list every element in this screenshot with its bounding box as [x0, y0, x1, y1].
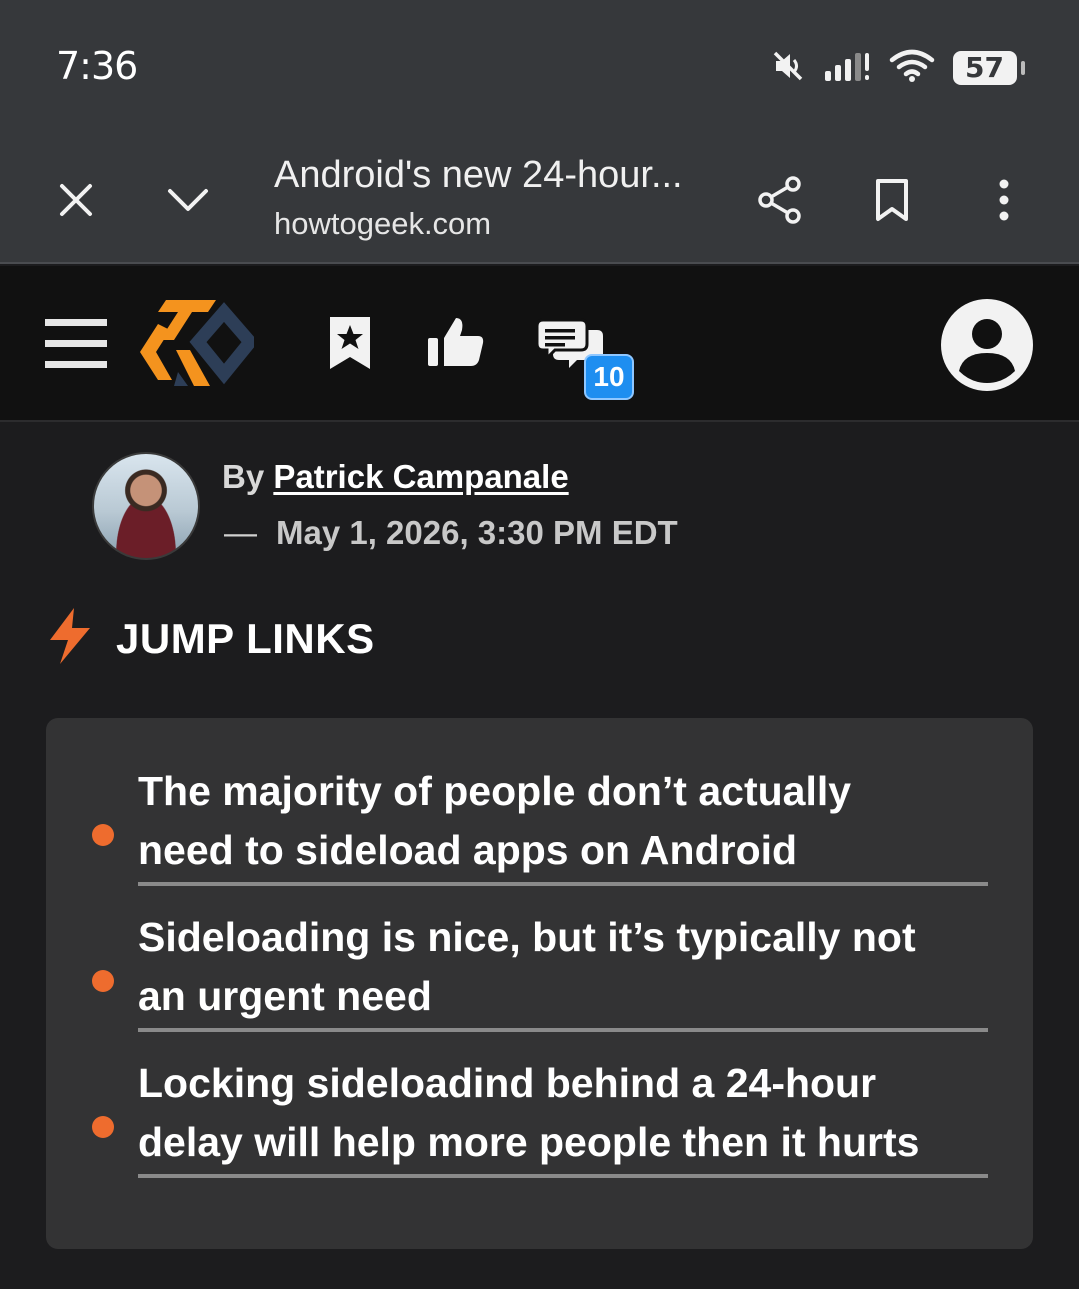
- menu-icon[interactable]: [44, 316, 108, 372]
- jump-link-line: an urgent need: [138, 973, 432, 1019]
- site-header: [0, 266, 1079, 422]
- bullet-dot-icon: [92, 824, 114, 846]
- jump-link-line: Locking sideloadind behind a 24-hour: [138, 1060, 877, 1106]
- date-dash: —: [224, 514, 257, 551]
- share-icon[interactable]: [754, 174, 806, 226]
- jump-link[interactable]: Sideloading is nice, but it’s typically …: [138, 908, 988, 1032]
- wifi-icon: [889, 49, 935, 88]
- signal-icon: [823, 49, 871, 88]
- jump-link-line: need to sideload apps on Android: [138, 827, 798, 873]
- jump-link[interactable]: Locking sideloadind behind a 24-hour del…: [138, 1054, 988, 1178]
- author-avatar[interactable]: [92, 452, 200, 560]
- comment-count-badge[interactable]: 10: [584, 354, 634, 400]
- lightning-icon: [44, 606, 96, 671]
- page-url[interactable]: howtogeek.com: [274, 206, 491, 242]
- jump-links-box: The majority of people don’t actually ne…: [46, 718, 1033, 1249]
- mute-icon: [771, 49, 805, 88]
- jump-link-line: delay will help more people then it hurt…: [138, 1119, 920, 1165]
- by-label: By: [222, 458, 265, 495]
- byline: By Patrick Campanale: [222, 458, 569, 496]
- htg-logo-icon[interactable]: [136, 294, 254, 394]
- chevron-down-icon[interactable]: [162, 174, 214, 226]
- battery-icon: 57: [953, 51, 1025, 85]
- publish-date: May 1, 2026, 3:30 PM EDT: [276, 514, 678, 551]
- status-bar: 7:36 57: [0, 0, 1079, 130]
- account-icon[interactable]: [940, 298, 1034, 392]
- close-icon[interactable]: [50, 174, 102, 226]
- jump-links-header: JUMP LINKS: [44, 606, 375, 671]
- bullet-dot-icon: [92, 1116, 114, 1138]
- bookmark-star-icon[interactable]: [326, 314, 374, 372]
- more-vert-icon[interactable]: [978, 174, 1030, 226]
- author-link[interactable]: Patrick Campanale: [273, 458, 568, 495]
- browser-toolbar: Android's new 24-hour... howtogeek.com: [0, 130, 1079, 264]
- status-time: 7:36: [56, 44, 138, 88]
- bullet-dot-icon: [92, 970, 114, 992]
- thumbs-up-icon[interactable]: [424, 314, 488, 370]
- page-title[interactable]: Android's new 24-hour...: [274, 154, 683, 197]
- jump-links-title: JUMP LINKS: [116, 614, 375, 662]
- jump-link[interactable]: The majority of people don’t actually ne…: [138, 762, 988, 886]
- status-icons: 57: [771, 46, 1025, 90]
- jump-link-line: The majority of people don’t actually: [138, 768, 852, 814]
- bookmark-icon[interactable]: [866, 174, 918, 226]
- jump-link-line: Sideloading is nice, but it’s typically …: [138, 914, 916, 960]
